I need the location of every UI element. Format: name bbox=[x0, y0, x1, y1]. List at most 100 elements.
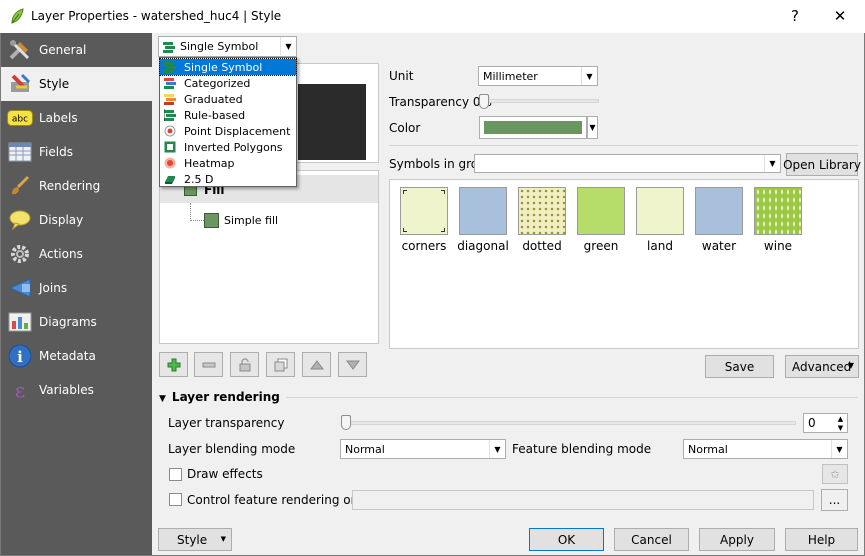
duplicate-layer-button[interactable] bbox=[266, 352, 295, 377]
chevron-down-icon[interactable]: ▼ bbox=[764, 155, 780, 172]
control-order-field bbox=[352, 490, 814, 510]
spin-up-icon[interactable]: ▲ bbox=[834, 414, 847, 423]
arrow-up-icon bbox=[309, 359, 324, 369]
sidebar-item-joins[interactable]: Joins bbox=[1, 271, 152, 305]
close-button[interactable]: ✕ bbox=[817, 0, 863, 32]
svg-text:abc: abc bbox=[12, 115, 28, 125]
symbol-item-corners[interactable]: corners bbox=[398, 187, 450, 253]
symbol-name: green bbox=[583, 239, 619, 253]
chevron-down-icon[interactable]: ▼ bbox=[280, 37, 296, 55]
sidebar-item-style[interactable]: Style bbox=[1, 67, 152, 101]
renderer-option-graduated[interactable]: Graduated bbox=[160, 91, 296, 107]
symbol-item-diagonal[interactable]: diagonal bbox=[457, 187, 509, 253]
rule-based-icon bbox=[164, 109, 176, 121]
sidebar-item-metadata[interactable]: i Metadata bbox=[1, 339, 152, 373]
renderer-option-heatmap[interactable]: Heatmap bbox=[160, 155, 296, 171]
renderer-option-point-displacement[interactable]: Point Displacement bbox=[160, 123, 296, 139]
renderer-option-label: Inverted Polygons bbox=[184, 140, 283, 154]
style-menu-button[interactable]: Style ▼ bbox=[158, 528, 232, 551]
symbol-item-green[interactable]: green bbox=[575, 187, 627, 253]
symbol-preview bbox=[298, 84, 366, 160]
sidebar-item-display[interactable]: Display bbox=[1, 203, 152, 237]
2-5d-icon bbox=[165, 176, 175, 184]
symbol-item-wine[interactable]: wine bbox=[752, 187, 804, 253]
sidebar-item-diagrams[interactable]: Diagrams bbox=[1, 305, 152, 339]
transparency-slider-handle[interactable] bbox=[479, 94, 489, 109]
fields-icon bbox=[7, 140, 33, 164]
color-menu-arrow[interactable]: ▼ bbox=[587, 116, 598, 139]
sidebar-item-actions[interactable]: Actions bbox=[1, 237, 152, 271]
advanced-button[interactable]: Advanced ▼ bbox=[785, 355, 859, 378]
apply-button[interactable]: Apply bbox=[699, 528, 775, 551]
symbol-library: corners diagonal dotted green land water… bbox=[389, 179, 859, 349]
layer-rendering-title: Layer rendering bbox=[171, 390, 280, 404]
renderer-combo[interactable]: Single Symbol ▼ bbox=[158, 36, 297, 57]
renderer-option-rule-based[interactable]: Rule-based bbox=[160, 107, 296, 123]
layer-blending-combo[interactable]: Normal ▼ bbox=[340, 439, 506, 459]
help-context-button[interactable]: ? bbox=[772, 0, 818, 32]
sidebar-item-labels[interactable]: abc Labels bbox=[1, 101, 152, 135]
sidebar-item-rendering[interactable]: Rendering bbox=[1, 169, 152, 203]
variables-icon: ε bbox=[7, 378, 33, 402]
unit-combo[interactable]: Millimeter ▼ bbox=[478, 66, 598, 86]
unit-label: Unit bbox=[389, 69, 414, 83]
symbol-name: corners bbox=[401, 239, 447, 253]
move-up-button[interactable] bbox=[302, 352, 331, 377]
renderer-option-categorized[interactable]: Categorized bbox=[160, 75, 296, 91]
symbol-item-dotted[interactable]: dotted bbox=[516, 187, 568, 253]
draw-effects-checkbox[interactable] bbox=[169, 468, 182, 481]
sidebar-item-variables[interactable]: ε Variables bbox=[1, 373, 152, 407]
duplicate-icon bbox=[274, 358, 287, 371]
save-button[interactable]: Save bbox=[705, 355, 774, 378]
chevron-down-icon[interactable]: ▼ bbox=[831, 440, 847, 458]
advanced-label: Advanced bbox=[792, 359, 852, 374]
spin-down-icon[interactable]: ▼ bbox=[834, 423, 847, 432]
sidebar: General Style abc Labels Fields Renderin… bbox=[1, 33, 152, 555]
star-icon: ✩ bbox=[830, 467, 840, 481]
symbol-item-land[interactable]: land bbox=[634, 187, 686, 253]
ok-button[interactable]: OK bbox=[529, 528, 604, 551]
draw-effects-label: Draw effects bbox=[187, 467, 263, 481]
add-layer-button[interactable] bbox=[159, 352, 188, 377]
minus-icon bbox=[202, 362, 215, 367]
chevron-down-icon: ▼ bbox=[220, 535, 226, 543]
title-bar: Layer Properties - watershed_huc4 | Styl… bbox=[0, 0, 865, 33]
open-library-button[interactable]: Open Library bbox=[783, 153, 861, 176]
brush-icon bbox=[7, 174, 33, 198]
color-button[interactable] bbox=[479, 116, 587, 139]
chevron-down-icon[interactable]: ▼ bbox=[581, 67, 597, 85]
feature-blending-combo[interactable]: Normal ▼ bbox=[683, 439, 848, 459]
symbol-swatch bbox=[518, 187, 566, 235]
sidebar-item-general[interactable]: General bbox=[1, 33, 152, 67]
control-order-checkbox[interactable] bbox=[169, 493, 182, 506]
sidebar-item-fields[interactable]: Fields bbox=[1, 135, 152, 169]
renderer-option-inverted-polygons[interactable]: Inverted Polygons bbox=[160, 139, 296, 155]
renderer-dropdown-list: Single Symbol Categorized Graduated Rule… bbox=[159, 57, 297, 187]
single-symbol-icon bbox=[164, 62, 176, 73]
symbol-item-water[interactable]: water bbox=[693, 187, 745, 253]
lock-layer-button[interactable] bbox=[230, 352, 259, 377]
separator bbox=[389, 145, 858, 146]
collapse-arrow-icon: ▼ bbox=[159, 394, 166, 404]
tools-icon bbox=[7, 38, 33, 62]
chevron-down-icon[interactable]: ▼ bbox=[489, 440, 505, 458]
renderer-option-2-5d[interactable]: 2.5 D bbox=[160, 171, 296, 187]
layer-transparency-handle[interactable] bbox=[341, 415, 351, 430]
remove-layer-button[interactable] bbox=[194, 352, 223, 377]
renderer-option-single-symbol[interactable]: Single Symbol bbox=[159, 58, 297, 76]
cancel-button[interactable]: Cancel bbox=[614, 528, 689, 551]
graduated-icon bbox=[164, 94, 176, 105]
tree-child-label[interactable]: Simple fill bbox=[224, 214, 278, 227]
control-order-ellipsis-button[interactable]: ... bbox=[821, 489, 848, 511]
unit-value: Millimeter bbox=[483, 69, 538, 83]
move-down-button[interactable] bbox=[338, 352, 367, 377]
help-button[interactable]: Help bbox=[785, 528, 858, 551]
symbol-group-combo[interactable]: ▼ bbox=[474, 154, 781, 173]
transparency-label: Transparency 0% bbox=[389, 95, 492, 109]
layer-rendering-header[interactable]: ▼ Layer rendering bbox=[159, 390, 286, 404]
diagram-icon bbox=[7, 310, 33, 334]
plus-icon bbox=[167, 358, 180, 371]
arrow-down-icon bbox=[345, 360, 360, 370]
layer-transparency-spinbox[interactable]: 0 ▲ ▼ bbox=[803, 413, 848, 433]
effects-star-button[interactable]: ✩ bbox=[822, 464, 848, 484]
